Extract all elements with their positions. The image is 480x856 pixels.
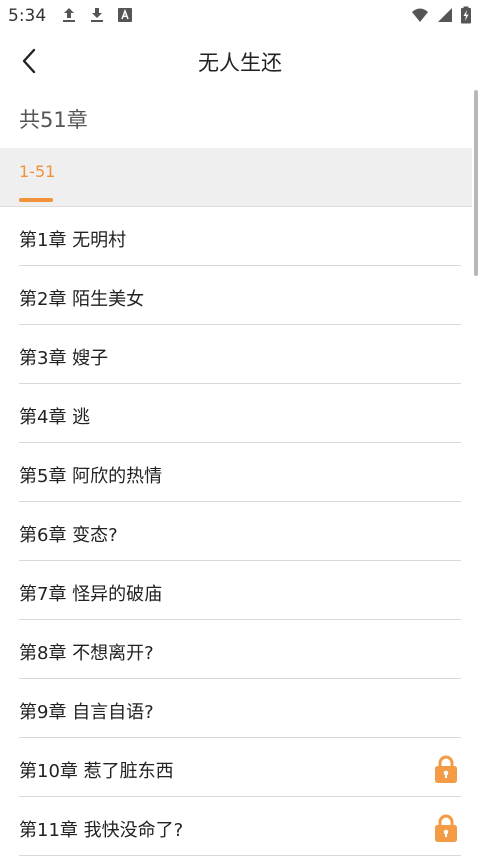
chapter-title: 第9章 自言自语? xyxy=(19,702,154,723)
chapter-title: 第11章 我快没命了? xyxy=(19,820,184,841)
range-tab-bar: 1-51 xyxy=(0,148,472,207)
range-tab-label: 1-51 xyxy=(19,162,56,181)
chapter-item-locked[interactable]: 第11章 我快没命了? xyxy=(19,797,461,856)
signal-icon xyxy=(438,8,452,22)
lock-icon xyxy=(435,814,457,842)
upload-icon xyxy=(63,8,75,22)
status-icons-left xyxy=(60,6,134,24)
chapter-item-locked[interactable]: 第10章 惹了脏东西 xyxy=(19,738,461,797)
status-bar: 5:34 xyxy=(0,0,480,32)
chapter-item[interactable]: 第7章 怪异的破庙 xyxy=(19,561,461,620)
chapter-item[interactable]: 第2章 陌生美女 xyxy=(19,266,461,325)
chapter-item[interactable]: 第8章 不想离开? xyxy=(19,620,461,679)
chapter-item[interactable]: 第4章 逃 xyxy=(19,384,461,443)
range-tab-1-51[interactable]: 1-51 xyxy=(19,162,56,202)
chapter-item[interactable]: 第6章 变态? xyxy=(19,502,461,561)
chapter-list: 第1章 无明村 第2章 陌生美女 第3章 嫂子 第4章 逃 第5章 阿欣的热情 … xyxy=(0,207,472,856)
range-tab-indicator xyxy=(19,198,53,202)
chapter-item[interactable]: 第5章 阿欣的热情 xyxy=(19,443,461,502)
status-icons-right xyxy=(410,6,472,24)
chapter-title: 第4章 逃 xyxy=(19,407,91,428)
status-time: 5:34 xyxy=(8,6,47,26)
download-icon xyxy=(91,8,103,22)
chapter-title: 第1章 无明村 xyxy=(19,230,127,251)
scrollbar-thumb[interactable] xyxy=(474,90,478,276)
page-title: 无人生还 xyxy=(198,51,282,75)
font-a-icon xyxy=(118,8,132,22)
chapter-title: 第5章 阿欣的热情 xyxy=(19,466,163,487)
chapter-item[interactable]: 第3章 嫂子 xyxy=(19,325,461,384)
lock-icon xyxy=(435,755,457,783)
chapter-item[interactable]: 第9章 自言自语? xyxy=(19,679,461,738)
battery-charging-icon xyxy=(461,6,471,24)
chapter-count: 共51章 xyxy=(19,108,88,132)
chapter-title: 第6章 变态? xyxy=(19,525,118,546)
chapter-item[interactable]: 第1章 无明村 xyxy=(19,207,461,266)
chapter-title: 第8章 不想离开? xyxy=(19,643,154,664)
chapter-title: 第7章 怪异的破庙 xyxy=(19,584,163,605)
chapter-title: 第3章 嫂子 xyxy=(19,348,109,369)
wifi-icon xyxy=(412,8,428,22)
chapter-title: 第10章 惹了脏东西 xyxy=(19,761,174,782)
app-bar: 无人生还 xyxy=(0,32,480,90)
chapter-title: 第2章 陌生美女 xyxy=(19,289,145,310)
